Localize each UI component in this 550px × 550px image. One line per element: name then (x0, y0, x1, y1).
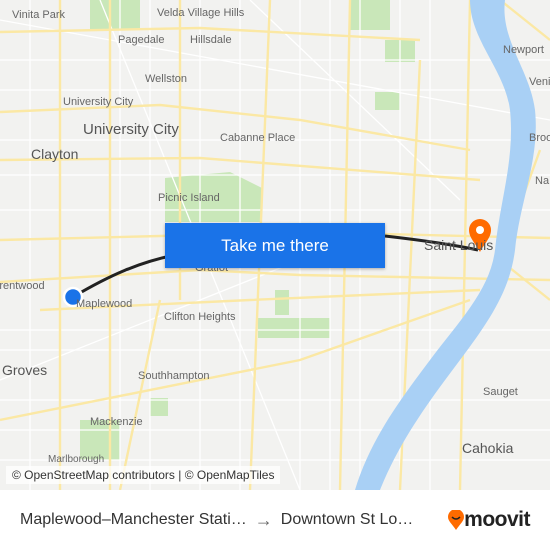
place-label: Hillsdale (190, 34, 232, 46)
place-label: Picnic Island (158, 192, 220, 204)
arrow-right-icon: → (254, 509, 273, 530)
place-label: Pagedale (118, 34, 165, 46)
place-label: Cabanne Place (220, 132, 296, 144)
place-label: Brooklyn (529, 132, 550, 144)
origin-name: Maplewood–Manchester Stati… (20, 511, 247, 528)
place-label: University City (83, 121, 179, 138)
place-label: Na (535, 175, 550, 187)
map[interactable]: Vinita Park Velda Village Hills Pagedale… (0, 0, 550, 490)
place-label: Mackenzie (90, 416, 143, 428)
place-label: Newport (503, 44, 544, 56)
place-label: Groves (2, 362, 48, 378)
destination-name: Downtown St Lo… (280, 511, 414, 528)
place-label: Marlborough (48, 454, 105, 465)
place-label: Vinita Park (12, 9, 65, 21)
place-label: Venice (529, 76, 550, 88)
place-label: Brentwood (0, 280, 45, 292)
place-label: Clayton (31, 146, 79, 162)
place-label: Maplewood (76, 298, 133, 310)
moovit-pin-icon (448, 510, 465, 530)
place-label: Wellston (145, 73, 187, 85)
place-label: Cahokia (462, 440, 514, 456)
place-label: Southhampton (138, 370, 210, 382)
moovit-logo: moovit (448, 508, 530, 532)
take-me-there-button[interactable]: Take me there (165, 223, 385, 268)
place-label: Saint Louis (424, 237, 494, 253)
place-label: Clifton Heights (164, 311, 236, 323)
place-label: Sauget (483, 386, 518, 398)
place-label: University City (63, 96, 134, 108)
tower-grove-park (258, 318, 330, 338)
brand-name: moovit (464, 508, 530, 531)
map-attribution[interactable]: © OpenStreetMap contributors | © OpenMap… (6, 466, 281, 484)
place-label: Velda Village Hills (157, 7, 245, 19)
